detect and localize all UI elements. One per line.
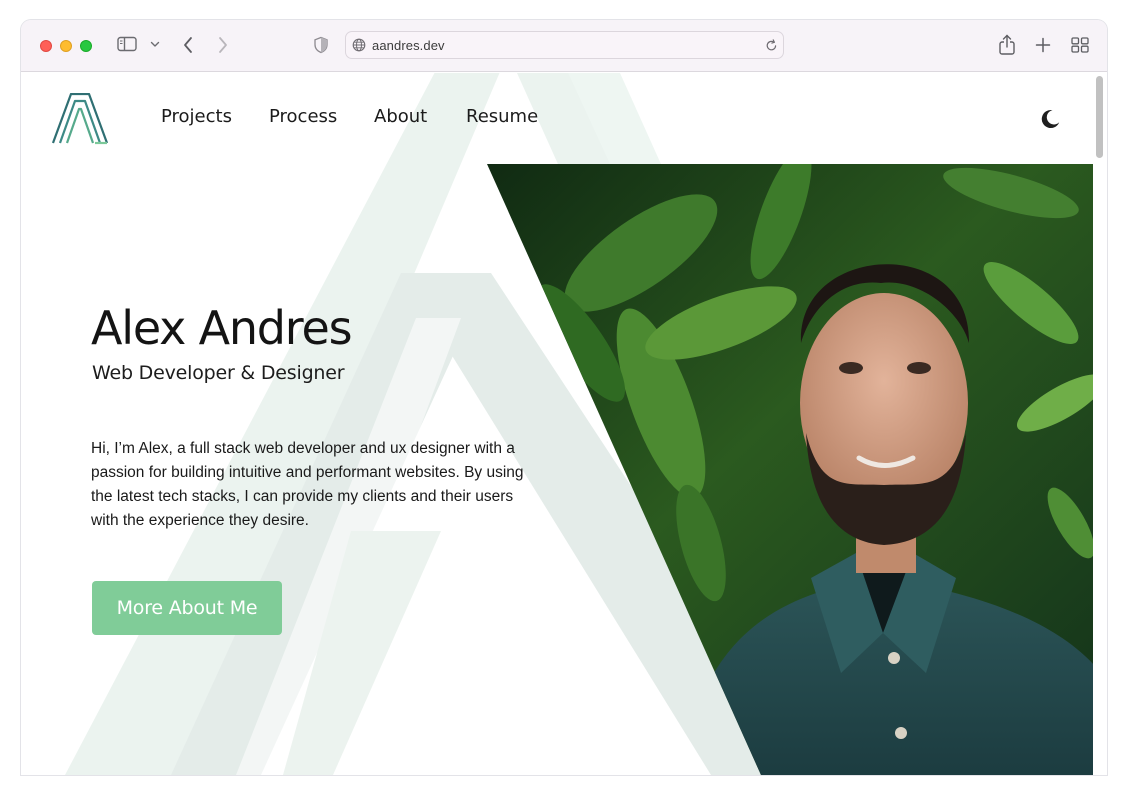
- browser-toolbar: aandres.dev: [21, 20, 1107, 72]
- hero-subtitle: Web Developer & Designer: [92, 362, 345, 384]
- reload-icon[interactable]: [765, 39, 778, 52]
- chevron-down-icon[interactable]: [150, 41, 160, 48]
- page-viewport: Projects Process About Resume Alex Andre…: [21, 73, 1107, 775]
- hero-description: Hi, I’m Alex, a full stack web developer…: [91, 440, 524, 529]
- forward-arrow-icon[interactable]: [217, 36, 229, 54]
- share-icon[interactable]: [998, 34, 1016, 56]
- hero-name: Alex Andres: [91, 301, 353, 355]
- hero-portrait-photo: [487, 164, 1093, 775]
- plus-icon[interactable]: [1035, 37, 1051, 53]
- browser-window: aandres.dev Projects Process About Resum…: [21, 20, 1107, 775]
- back-arrow-icon[interactable]: [182, 36, 194, 54]
- url-text[interactable]: aandres.dev: [372, 38, 445, 53]
- shield-icon[interactable]: [313, 36, 329, 54]
- close-window-button[interactable]: [40, 40, 52, 52]
- address-bar[interactable]: aandres.dev: [345, 31, 784, 59]
- zoom-window-button[interactable]: [80, 40, 92, 52]
- tab-overview-icon[interactable]: [1071, 37, 1089, 53]
- globe-icon: [352, 38, 366, 52]
- page-scrollbar[interactable]: [1096, 76, 1103, 158]
- more-about-me-button[interactable]: More About Me: [92, 581, 282, 635]
- sidebar-icon[interactable]: [117, 36, 137, 52]
- minimize-window-button[interactable]: [60, 40, 72, 52]
